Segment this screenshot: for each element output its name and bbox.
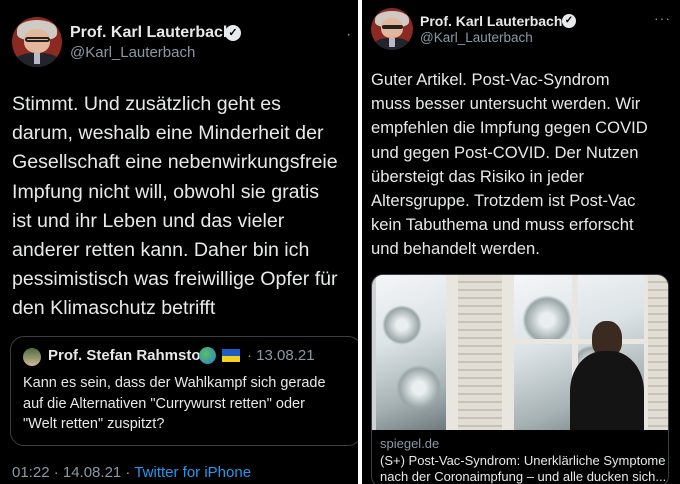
more-options-icon[interactable]: ·: [346, 26, 351, 44]
quoted-author-name: Prof. Stefan Rahmstorf: [48, 347, 212, 364]
globe-emoji-icon: [199, 347, 216, 364]
link-preview-card[interactable]: spiegel.de (S+) Post-Vac-Syndrom: Unerkl…: [371, 274, 669, 484]
link-title: (S+) Post-Vac-Syndrom: Unerklärliche Sym…: [380, 453, 667, 484]
right-tweet-panel: Prof. Karl Lauterbach ✓ @Karl_Lauterbach…: [362, 0, 680, 484]
author-name[interactable]: Prof. Karl Lauterbach: [420, 13, 562, 29]
tweet-text: Stimmt. Und zusätzlich geht es darum, we…: [12, 93, 338, 320]
verified-badge-icon: ✓: [562, 14, 576, 28]
more-options-icon[interactable]: ···: [654, 10, 671, 26]
left-tweet-panel: Prof. Karl Lauterbach ✓ @Karl_Lauterbach…: [0, 0, 358, 484]
link-preview-image: [372, 275, 668, 430]
tweet-footer: 01:22 · 14.08.21 · Twitter for iPhone: [12, 464, 251, 481]
author-avatar[interactable]: [371, 8, 413, 50]
author-handle[interactable]: @Karl_Lauterbach: [420, 30, 533, 45]
quoted-text: Kann es sein, dass der Wahlkampf sich ge…: [23, 375, 326, 432]
author-handle[interactable]: @Karl_Lauterbach: [70, 44, 195, 61]
tweet-timestamp[interactable]: 01:22 · 14.08.21 ·: [12, 464, 134, 481]
tweet-text: Guter Artikel. Post-Vac-Syndrom muss bes…: [371, 70, 648, 259]
ukraine-flag-icon: [222, 349, 240, 362]
quoted-tweet[interactable]: Prof. Stefan Rahmstorf · 13.08.21 Kann e…: [10, 336, 358, 446]
verified-badge-icon: ✓: [225, 25, 241, 41]
link-domain: spiegel.de: [380, 436, 440, 451]
quoted-author-avatar: [23, 348, 41, 366]
tweet-source-link[interactable]: Twitter for iPhone: [134, 464, 251, 481]
author-name[interactable]: Prof. Karl Lauterbach: [70, 24, 233, 42]
author-avatar[interactable]: [12, 17, 62, 67]
quoted-date: · 13.08.21: [247, 347, 315, 364]
